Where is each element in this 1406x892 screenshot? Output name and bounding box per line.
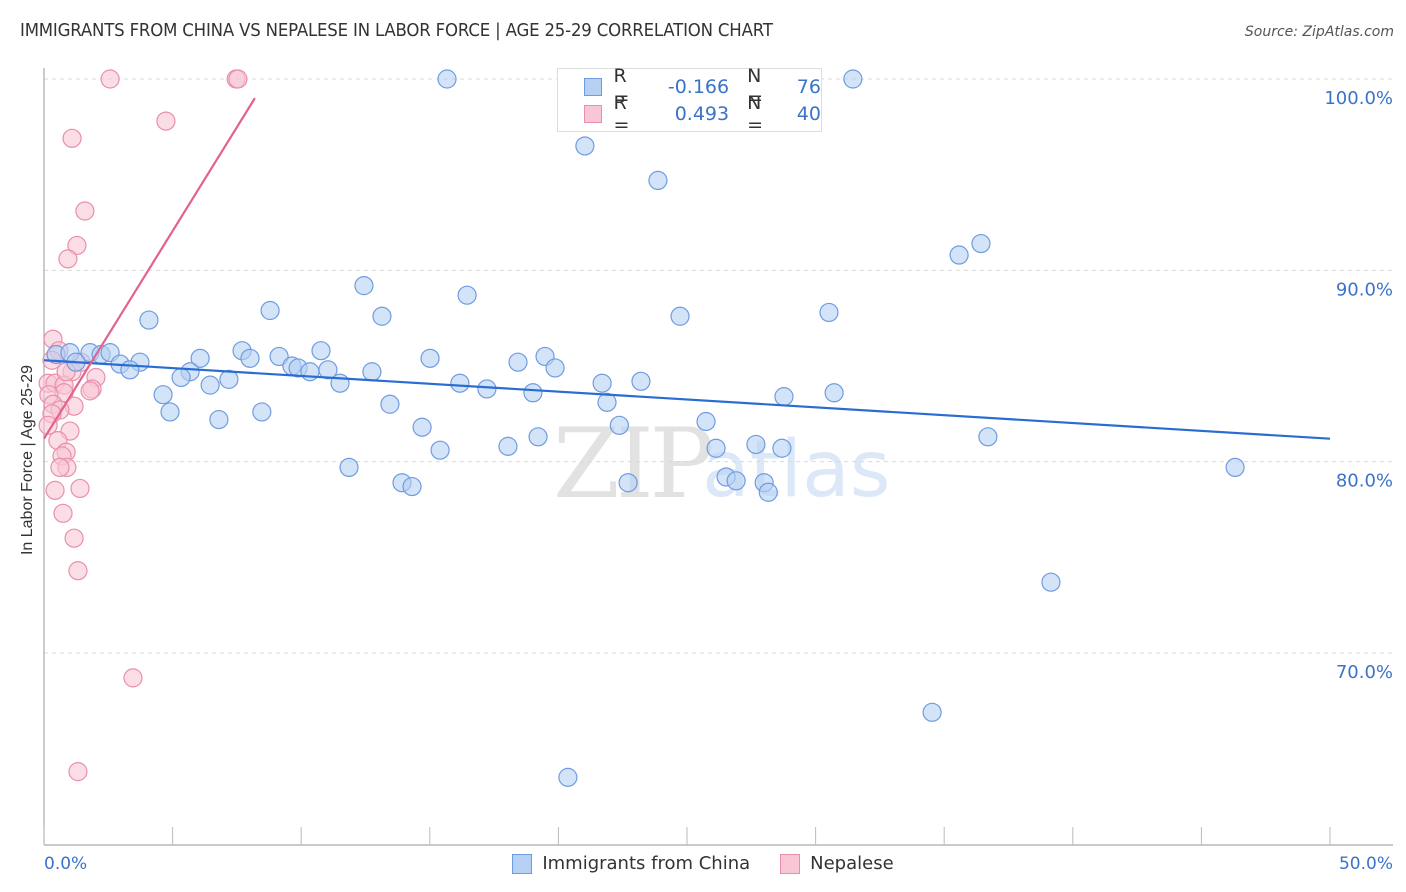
china-point xyxy=(200,375,220,395)
china-point xyxy=(843,69,863,89)
china-point xyxy=(339,457,359,478)
china-point xyxy=(450,373,470,393)
china-point xyxy=(362,362,382,382)
china-point xyxy=(631,371,651,391)
china-point xyxy=(402,476,422,497)
nepalese-point xyxy=(58,249,78,269)
china-point xyxy=(498,436,518,456)
y-tick-label: 100.0% xyxy=(1324,88,1393,109)
nepalese-point xyxy=(156,111,176,131)
china-point xyxy=(139,310,159,330)
china-point xyxy=(772,438,792,458)
china-point xyxy=(260,300,280,321)
legend-label-nepalese: Nepalese xyxy=(810,853,894,874)
series-legend: Immigrants from China Nepalese xyxy=(0,853,1406,874)
china-point xyxy=(508,352,528,372)
scatter-plot: 100.0%90.0%80.0%70.0%0.0% 50.0% xyxy=(38,68,1393,874)
china-point xyxy=(528,427,548,447)
china-point xyxy=(311,341,331,361)
china-point xyxy=(300,362,320,382)
china-point xyxy=(477,379,497,399)
y-tick-label: 80.0% xyxy=(1336,471,1393,492)
china-point xyxy=(209,409,229,430)
china-point xyxy=(648,170,668,191)
china-point xyxy=(609,415,629,435)
china-swatch-icon xyxy=(512,853,533,874)
nepalese-point xyxy=(45,480,65,500)
legend-item-china[interactable]: Immigrants from China xyxy=(512,853,750,874)
legend-label-china: Immigrants from China xyxy=(542,853,751,874)
nepalese-point xyxy=(123,668,143,688)
china-point xyxy=(922,702,942,722)
nepalese-point xyxy=(68,561,88,581)
china-point xyxy=(618,473,638,493)
china-point xyxy=(949,245,969,265)
china-point xyxy=(240,348,260,368)
nepalese-swatch-icon xyxy=(780,853,801,874)
nepalese-n-value: 40 xyxy=(796,103,821,125)
china-point xyxy=(1225,457,1245,478)
china-point xyxy=(758,482,778,502)
china-trend-line xyxy=(43,359,1331,440)
china-point xyxy=(774,387,794,407)
china-swatch-icon xyxy=(584,78,602,96)
nepalese-point xyxy=(100,69,120,89)
china-point xyxy=(726,471,746,491)
trend-lines xyxy=(43,97,1331,440)
china-point xyxy=(160,402,180,422)
china-point xyxy=(354,276,374,296)
china-point xyxy=(592,373,612,393)
china-n-value: 76 xyxy=(796,76,821,98)
china-point xyxy=(380,394,400,414)
china-point xyxy=(971,233,991,254)
r-label: R = xyxy=(613,92,630,136)
china-point xyxy=(819,302,839,323)
china-point xyxy=(824,383,844,403)
nepalese-point xyxy=(75,201,95,221)
nepalese-point xyxy=(228,69,248,89)
nepalese-point xyxy=(50,457,70,478)
china-point xyxy=(523,383,543,403)
china-point xyxy=(706,438,726,458)
nepalese-trend-line xyxy=(43,97,256,440)
china-point xyxy=(746,434,766,455)
china-r-value: -0.166 xyxy=(667,76,730,98)
china-point xyxy=(412,417,432,437)
china-point xyxy=(978,427,998,447)
china-point xyxy=(457,285,477,305)
china-points xyxy=(46,69,1245,787)
n-label: N = xyxy=(747,92,764,136)
y-tick-label: 70.0% xyxy=(1336,662,1393,683)
nepalese-point xyxy=(62,128,82,148)
legend-row-nepalese: R = 0.493 N = 40 xyxy=(584,92,821,136)
china-point xyxy=(420,348,440,368)
china-point xyxy=(437,69,457,89)
y-tick-label: 90.0% xyxy=(1336,279,1393,300)
china-point xyxy=(252,402,272,422)
china-point xyxy=(120,360,140,380)
china-point xyxy=(545,358,565,378)
legend-item-nepalese[interactable]: Nepalese xyxy=(780,853,894,874)
china-point xyxy=(558,767,578,787)
nepalese-r-value: 0.493 xyxy=(674,103,730,125)
china-point xyxy=(372,306,392,326)
nepalese-point xyxy=(64,528,84,548)
nepalese-point xyxy=(53,503,73,523)
nepalese-point xyxy=(68,762,88,782)
nepalese-point xyxy=(70,478,90,499)
china-point xyxy=(153,385,173,405)
china-point xyxy=(219,369,239,389)
china-point xyxy=(696,411,716,432)
correlation-legend: R = -0.166 N = 76 R = 0.493 N = 40 xyxy=(557,65,822,136)
china-point xyxy=(1041,572,1061,592)
nepalese-swatch-icon xyxy=(584,105,602,123)
nepalese-point xyxy=(80,381,100,401)
china-point xyxy=(575,136,595,156)
china-point xyxy=(430,440,450,460)
china-point xyxy=(171,367,191,388)
china-point xyxy=(670,306,690,326)
